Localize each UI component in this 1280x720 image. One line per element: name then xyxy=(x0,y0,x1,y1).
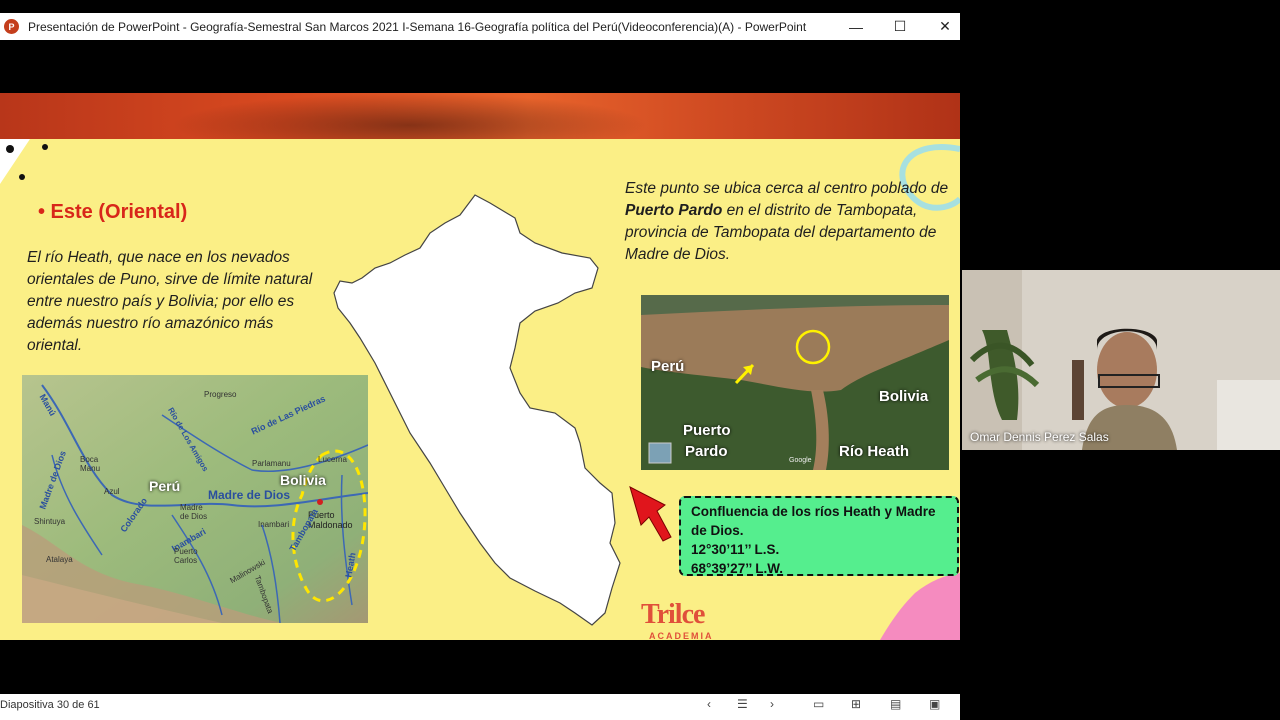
map-label-madre-de-dios: Madre de Dios xyxy=(208,488,291,502)
slideshow-icon[interactable]: ▣ xyxy=(929,697,940,711)
callout-latitude: 12°30’11’’ L.S. xyxy=(691,542,780,557)
map-town-madre-de-dios: Madre de Dios xyxy=(180,503,208,521)
next-slide-icon[interactable]: › xyxy=(770,697,774,711)
map-town-progreso: Progreso xyxy=(204,390,237,399)
confluence-callout: Confluencia de los ríos Heath y Madre de… xyxy=(679,496,959,576)
close-button[interactable]: ✕ xyxy=(923,13,967,40)
slide-menu-icon[interactable]: ☰ xyxy=(737,697,748,711)
sat-label-rio-heath: Río Heath xyxy=(839,443,910,460)
madre-de-dios-relief-map: Perú Bolivia Madre de Dios Puerto Maldon… xyxy=(22,375,368,623)
notes-view-icon[interactable]: ▭ xyxy=(813,697,824,711)
participant-video-tile: Omar Dennis Perez Salas xyxy=(962,270,1280,450)
sat-label-puerto: Puerto xyxy=(683,422,731,439)
sat-label-bolivia: Bolivia xyxy=(879,388,929,405)
window-title: Presentación de PowerPoint - Geografía-S… xyxy=(28,19,807,34)
trilce-logo-subtitle: ACADEMIA xyxy=(649,631,714,640)
map-town-inambari: Inambari xyxy=(258,520,290,529)
map-label-bolivia: Bolivia xyxy=(280,472,326,488)
slide-counter: Diapositiva 30 de 61 xyxy=(0,699,100,711)
trilce-logo: Trilce xyxy=(641,599,705,630)
corner-decoration-icon xyxy=(0,139,48,184)
sat-label-peru: Perú xyxy=(651,358,685,375)
sat-google-watermark: Google xyxy=(789,457,812,464)
left-paragraph: El río Heath, que nace en los nevados or… xyxy=(27,249,313,354)
right-paragraph: Este punto se ubica cerca al centro pobl… xyxy=(625,178,955,266)
map-town-shintuya: Shintuya xyxy=(34,517,66,526)
map-town-boca-manu: Boca Manu xyxy=(80,455,101,473)
map-town-parlamanu: Parlamanu xyxy=(252,459,291,468)
callout-title: Confluencia de los ríos Heath y Madre de… xyxy=(691,504,936,538)
map-town-azul: Azul xyxy=(104,487,120,496)
slide-canvas: • Este (Oriental) El río Heath, que nace… xyxy=(0,93,960,640)
map-town-puerto-carlos: Puerto Carlos xyxy=(174,547,198,565)
slide-sorter-icon[interactable]: ⊞ xyxy=(851,697,861,711)
satellite-image-confluence: Perú Bolivia Puerto Pardo Río Heath Goog… xyxy=(641,295,949,470)
slide-heading: • Este (Oriental) xyxy=(38,201,188,223)
powerpoint-statusbar: Diapositiva 30 de 61 ‹ ☰ › ▭ ⊞ ▤ ▣ xyxy=(0,694,960,720)
sat-label-pardo: Pardo xyxy=(685,443,728,460)
previous-slide-icon[interactable]: ‹ xyxy=(707,697,711,711)
map-label-peru: Perú xyxy=(149,478,181,494)
callout-longitude: 68°39’27’’ L.W. xyxy=(691,561,783,576)
participant-name: Omar Dennis Perez Salas xyxy=(970,430,1109,444)
peru-map-outline xyxy=(333,194,621,626)
banner-hands-image xyxy=(170,93,650,139)
window-titlebar: P Presentación de PowerPoint - Geografía… xyxy=(0,13,960,40)
reading-view-icon[interactable]: ▤ xyxy=(890,697,901,711)
powerpoint-app-icon: P xyxy=(4,19,19,34)
pink-blob-icon xyxy=(880,573,960,640)
minimize-button[interactable]: — xyxy=(834,13,878,40)
right-paragraph-bold: Puerto Pardo xyxy=(625,202,723,219)
red-pointer-arrow-icon xyxy=(629,486,672,542)
map-town-atalaya: Atalaya xyxy=(46,555,73,564)
right-paragraph-part1: Este punto se ubica cerca al centro pobl… xyxy=(625,180,949,197)
maximize-button[interactable]: ☐ xyxy=(878,13,922,40)
